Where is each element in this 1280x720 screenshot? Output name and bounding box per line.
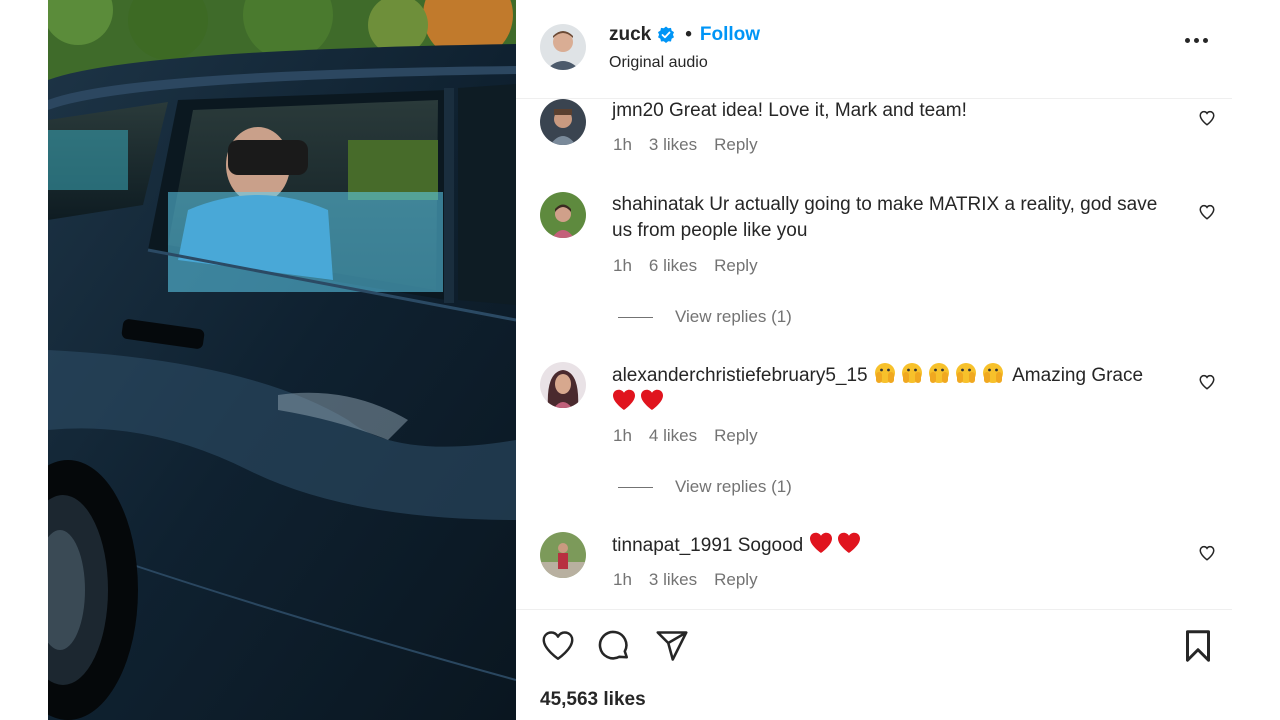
reply-button[interactable]: Reply [714,426,757,446]
commenter-avatar[interactable] [540,362,586,408]
view-replies-label: View replies (1) [675,477,792,496]
comment-time[interactable]: 1h [613,570,632,590]
comment-body: alexanderchristiefebruary5_15 Amazing Gr… [612,362,1172,416]
comment-likes[interactable]: 6 likes [649,256,697,276]
commenter-avatar[interactable] [540,99,586,145]
reply-button[interactable]: Reply [714,256,757,276]
save-bookmark-icon[interactable] [1180,628,1216,669]
post-action-bar [516,628,1232,672]
hands-over-mouth-emoji-icon [982,363,1003,383]
comment-likes[interactable]: 4 likes [649,426,697,446]
author-avatar[interactable] [540,24,586,70]
comment-body: jmn20 Great idea! Love it, Mark and team… [612,98,1172,124]
post-detail-panel: zuck • Follow Original audio jmn20 Great… [516,0,1232,720]
emoji-group-faces [873,363,1012,386]
comment-like-heart-icon[interactable] [1198,544,1216,562]
comment-username[interactable]: jmn20 [612,100,664,121]
commenter-avatar[interactable] [540,192,586,238]
emoji-group-hearts [809,532,865,556]
comment-likes[interactable]: 3 likes [649,570,697,590]
author-line: zuck • Follow [609,24,760,46]
view-replies-line [618,316,653,318]
comment-meta: 1h 6 likes Reply [613,256,758,276]
comment-like-heart-icon[interactable] [1198,203,1216,221]
more-options-icon[interactable] [1185,38,1208,43]
red-heart-emoji-icon [837,532,860,553]
post-media-image[interactable] [48,0,516,720]
comments-list[interactable]: jmn20 Great idea! Love it, Mark and team… [516,99,1232,610]
hands-over-mouth-emoji-icon [928,363,949,383]
likes-count[interactable]: 45,563 likes [540,689,646,711]
reply-button[interactable]: Reply [714,570,757,590]
original-audio-link[interactable]: Original audio [609,54,708,72]
comment-likes[interactable]: 3 likes [649,135,697,155]
comment-meta: 1h 4 likes Reply [613,426,758,446]
view-replies-line [618,486,653,488]
comment-body: tinnapat_1991 Sogood [612,532,1172,559]
view-replies-button[interactable]: View replies (1) [618,477,792,497]
share-paper-plane-icon[interactable] [654,628,690,669]
comment-text: Sogood [737,535,804,556]
comment-text: Amazing Grace [1012,365,1144,386]
separator-dot: • [685,24,692,45]
verified-badge-icon [657,26,675,44]
hands-over-mouth-emoji-icon [901,363,922,383]
reply-button[interactable]: Reply [714,135,757,155]
comment-text: Great idea! Love it, Mark and team! [669,100,967,121]
comment-meta: 1h 3 likes Reply [613,135,758,155]
comment-username[interactable]: shahinatak [612,194,704,215]
red-heart-emoji-icon [809,532,832,553]
hands-over-mouth-emoji-icon [874,363,895,383]
red-heart-emoji-icon [613,389,635,410]
like-heart-icon[interactable] [540,628,576,669]
author-username[interactable]: zuck [609,24,651,46]
car-photo-illustration [48,0,516,720]
comment-time[interactable]: 1h [613,135,632,155]
comment-username[interactable]: tinnapat_1991 [612,535,732,556]
comment-username[interactable]: alexanderchristiefebruary5_15 [612,365,868,386]
follow-button[interactable]: Follow [700,24,760,46]
hands-over-mouth-emoji-icon [955,363,976,383]
commenter-avatar[interactable] [540,532,586,578]
emoji-group-hearts [612,389,668,413]
comment-time[interactable]: 1h [613,426,632,446]
comment-like-heart-icon[interactable] [1198,373,1216,391]
comment-time[interactable]: 1h [613,256,632,276]
comment-body: shahinatak Ur actually going to make MAT… [612,192,1172,244]
comment-bubble-icon[interactable] [596,628,632,669]
comment-like-heart-icon[interactable] [1198,109,1216,127]
view-replies-label: View replies (1) [675,307,792,326]
red-heart-emoji-icon [641,389,663,410]
view-replies-button[interactable]: View replies (1) [618,307,792,327]
comment-meta: 1h 3 likes Reply [613,570,758,590]
post-header: zuck • Follow Original audio [516,0,1232,99]
